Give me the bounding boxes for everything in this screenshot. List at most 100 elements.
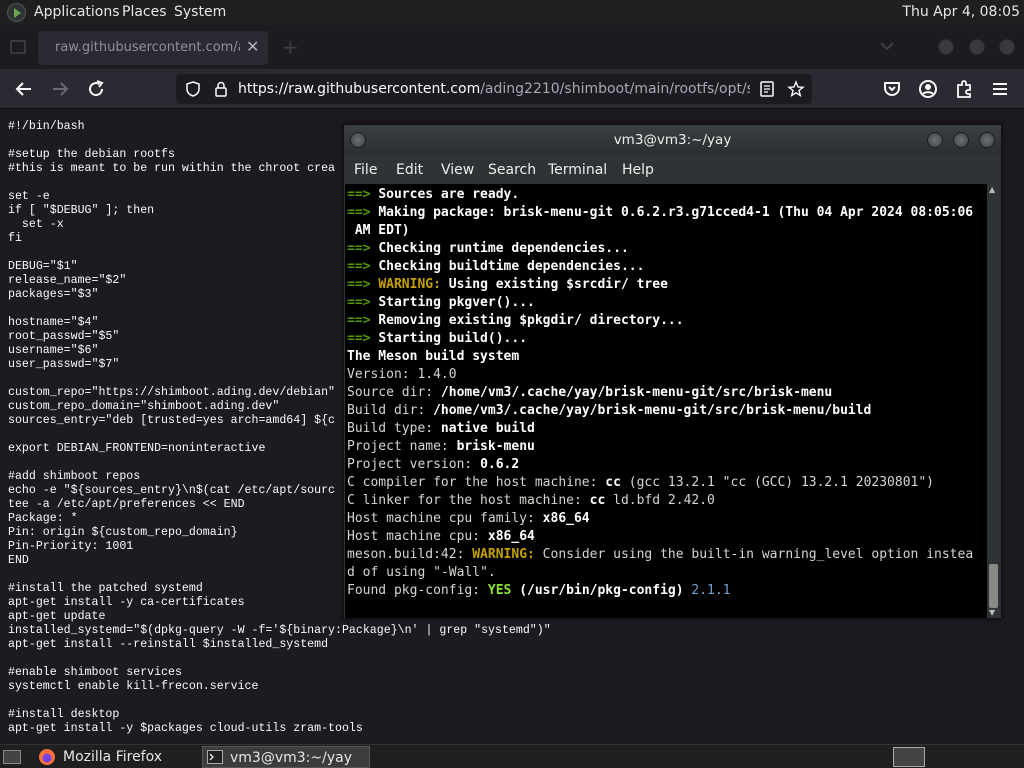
- extensions-icon[interactable]: [952, 77, 976, 101]
- terminal-line: ==> Removing existing $pkgdir/ directory…: [347, 312, 684, 330]
- terminal-icon: [207, 750, 223, 764]
- terminal-title: vm3@vm3:~/yay: [613, 132, 732, 148]
- system-menu[interactable]: System: [174, 4, 226, 20]
- terminal-text-segment: Project version:: [347, 457, 481, 472]
- browser-nav-bar: https://raw.githubusercontent.com/ading2…: [0, 69, 1024, 109]
- browser-tab[interactable]: raw.githubusercontent.com/adi ✕: [38, 31, 268, 65]
- terminal-line: ==> Starting pkgver()...: [347, 294, 535, 312]
- url-bar[interactable]: https://raw.githubusercontent.com/ading2…: [176, 74, 812, 104]
- terminal-text-segment: ==>: [347, 205, 379, 220]
- account-icon[interactable]: [916, 77, 940, 101]
- terminal-text-segment: cc: [589, 493, 606, 508]
- taskbar-firefox[interactable]: Mozilla Firefox: [36, 746, 196, 768]
- terminal-line: The Meson build system: [347, 348, 519, 366]
- panel-clock[interactable]: Thu Apr 4, 08:05: [902, 4, 1020, 20]
- terminal-text-segment: Consider using the built-in warning_leve…: [534, 547, 974, 562]
- url-host: https://raw.githubusercontent.com: [238, 81, 481, 97]
- terminal-line: C linker for the host machine: cc ld.bfd…: [347, 492, 715, 510]
- script-line: #setup the debian rootfs: [8, 148, 175, 161]
- tab-close-icon[interactable]: ✕: [246, 37, 259, 56]
- pocket-icon[interactable]: [880, 77, 904, 101]
- menu-view[interactable]: View: [441, 162, 474, 178]
- terminal-text-segment: ==>: [347, 259, 379, 274]
- top-panel: Applications Places System Thu Apr 4, 08…: [0, 0, 1024, 25]
- terminal-line: ==> Starting build()...: [347, 330, 527, 348]
- script-line: DEBUG="$1": [8, 260, 78, 273]
- terminal-line: meson.build:42: WARNING: Consider using …: [347, 546, 973, 564]
- scroll-up-arrow-icon[interactable]: ▲: [989, 185, 995, 194]
- terminal-maximize-button[interactable]: [953, 132, 969, 148]
- shield-icon[interactable]: [184, 80, 202, 98]
- places-menu[interactable]: Places: [122, 4, 167, 20]
- reload-button-icon[interactable]: [84, 77, 108, 101]
- taskbar-terminal[interactable]: vm3@vm3:~/yay: [202, 746, 370, 768]
- script-line: #this is meant to be run within the chro…: [8, 162, 335, 175]
- terminal-scrollbar[interactable]: ▲ ▼: [987, 184, 1000, 618]
- show-desktop-icon[interactable]: [3, 750, 21, 764]
- reader-view-icon[interactable]: [758, 80, 776, 98]
- terminal-text-segment: 2.1.1: [683, 583, 731, 598]
- lock-icon[interactable]: [212, 80, 230, 98]
- minimize-window-button[interactable]: [938, 39, 954, 55]
- terminal-text-segment: Build dir:: [347, 403, 434, 418]
- terminal-text-segment: C linker for the host machine:: [347, 493, 590, 508]
- menu-terminal[interactable]: Terminal: [548, 162, 607, 178]
- new-tab-button[interactable]: +: [282, 35, 299, 59]
- terminal-text-segment: Host machine cpu family:: [347, 511, 543, 526]
- scroll-down-arrow-icon[interactable]: ▼: [989, 608, 995, 617]
- terminal-text-segment: ==>: [347, 241, 379, 256]
- terminal-text-segment: The Meson build system: [347, 349, 520, 364]
- script-line: #add shimboot repos: [8, 470, 141, 483]
- terminal-text-segment: Starting build()...: [378, 331, 528, 346]
- script-line: custom_repo_domain="shimboot.ading.dev": [8, 400, 280, 413]
- script-line: apt-get install -y $packages cloud-utils…: [8, 722, 363, 735]
- terminal-text-segment: Sources are ready.: [378, 187, 520, 202]
- menu-help[interactable]: Help: [622, 162, 654, 178]
- forward-button-icon[interactable]: [48, 77, 72, 101]
- menu-search[interactable]: Search: [488, 162, 536, 178]
- terminal-text-segment: (/usr/bin/pkg-config): [511, 583, 684, 598]
- back-button-icon[interactable]: [12, 77, 36, 101]
- terminal-line: ==> WARNING: Using existing $srcdir/ tre…: [347, 276, 668, 294]
- tab-title: raw.githubusercontent.com/adi: [55, 40, 240, 55]
- firefox-view-icon[interactable]: [10, 40, 26, 54]
- terminal-minimize-button[interactable]: [927, 132, 943, 148]
- script-line: sources_entry="deb [trusted=yes arch=amd…: [8, 414, 335, 427]
- terminal-output[interactable]: ==> Sources are ready. ==> Making package…: [345, 184, 987, 618]
- terminal-text-segment: /home/vm3/.cache/yay/brisk-menu-git/src/…: [440, 385, 833, 400]
- terminal-text-segment: ==>: [347, 313, 379, 328]
- script-line: Package: *: [8, 512, 78, 525]
- hamburger-menu-icon[interactable]: [988, 77, 1012, 101]
- terminal-close-button[interactable]: [979, 132, 995, 148]
- applications-menu[interactable]: Applications: [34, 4, 120, 20]
- script-line: systemctl enable kill-frecon.service: [8, 680, 259, 693]
- script-line: END: [8, 554, 29, 567]
- terminal-text-segment: Source dir:: [347, 385, 441, 400]
- script-line: Pin: origin ${custom_repo_domain}: [8, 526, 238, 539]
- terminal-titlebar[interactable]: vm3@vm3:~/yay: [344, 125, 1001, 155]
- distro-logo-icon[interactable]: [7, 3, 26, 22]
- close-window-button[interactable]: [999, 39, 1015, 55]
- menu-edit[interactable]: Edit: [396, 162, 423, 178]
- browser-tab-bar: raw.githubusercontent.com/adi ✕ +: [0, 25, 1024, 69]
- terminal-text-segment: Removing existing $pkgdir/ directory...: [378, 313, 684, 328]
- terminal-text-segment: 0.6.2: [480, 457, 520, 472]
- terminal-text-segment: Starting pkgver()...: [378, 295, 535, 310]
- maximize-window-button[interactable]: [969, 39, 985, 55]
- terminal-text-segment: ==>: [347, 187, 379, 202]
- scrollbar-thumb[interactable]: [989, 564, 998, 608]
- bookmark-star-icon[interactable]: [787, 80, 805, 98]
- terminal-line: Found pkg-config: YES (/usr/bin/pkg-conf…: [347, 582, 731, 600]
- script-line: set -x: [8, 218, 64, 231]
- terminal-text-segment: Using existing $srcdir/ tree: [448, 277, 668, 292]
- terminal-text-segment: Version: 1.4.0: [347, 367, 457, 382]
- terminal-line: ==> Making package: brisk-menu-git 0.6.2…: [347, 204, 973, 222]
- menu-file[interactable]: File: [354, 162, 377, 178]
- terminal-line: Build dir: /home/vm3/.cache/yay/brisk-me…: [347, 402, 871, 420]
- url-text[interactable]: https://raw.githubusercontent.com/ading2…: [238, 81, 750, 97]
- terminal-text-segment: WARNING:: [378, 277, 449, 292]
- workspace-switcher[interactable]: [893, 747, 925, 767]
- terminal-text-segment: Checking runtime dependencies...: [378, 241, 629, 256]
- terminal-text-segment: AM EDT): [347, 223, 410, 238]
- list-all-tabs-icon[interactable]: [880, 41, 894, 51]
